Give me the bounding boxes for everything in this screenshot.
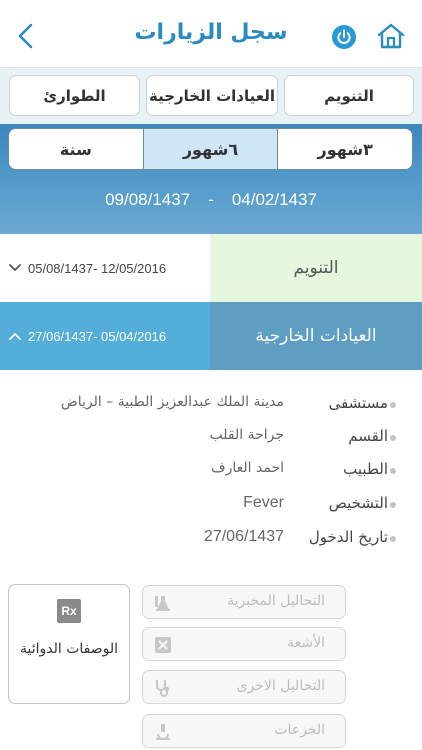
- hospital-value: مدينة الملك عبدالعزيز الطبية – الرياض: [60, 394, 284, 410]
- date-banner: سنة ٦شهور ٣شهور 09/08/1437 - 04/02/1437: [0, 124, 422, 234]
- radiology-button[interactable]: الأشعة: [142, 627, 346, 661]
- doctor-label: الطبيب: [343, 460, 388, 478]
- bullet-dot: [390, 402, 396, 408]
- doctor-value: احمد العارف: [211, 460, 284, 476]
- outpatient-range: 27/06/1437- 05/04/2016: [28, 328, 167, 344]
- bullet-dot: [390, 502, 396, 508]
- prescriptions-button[interactable]: Rx الوصفات الدوائية: [8, 584, 130, 704]
- other-tests-label: التحاليل الاخرى: [236, 678, 325, 694]
- date-range: 09/08/1437 - 04/02/1437: [0, 190, 422, 210]
- date-range-from: 04/02/1437: [231, 190, 317, 209]
- rx-icon: Rx: [57, 599, 81, 623]
- hospital-label: مستشفى: [328, 394, 388, 412]
- page-title: سجل الزيارات: [134, 20, 288, 45]
- detail-row-doctor: احمد العارف الطبيب: [0, 456, 422, 486]
- microscope-icon: [156, 724, 170, 740]
- lab-tests-label: التحاليل المخبرية: [227, 593, 325, 609]
- admission-date-label: تاريخ الدخول: [308, 528, 388, 546]
- stethoscope-icon: [156, 680, 170, 697]
- app-header: سجل الزيارات: [0, 0, 422, 68]
- xray-icon: [155, 637, 171, 653]
- inpatient-range-cell: 05/08/1437- 12/05/2016: [0, 234, 210, 302]
- period-6-months-segment[interactable]: ٦شهور: [142, 129, 278, 169]
- biopsies-button[interactable]: الخزعات: [142, 714, 346, 748]
- detail-row-department: جراحة القلب القسم: [0, 423, 422, 453]
- diagnosis-value: Fever: [243, 494, 284, 511]
- chevron-up-icon: [9, 333, 21, 340]
- period-3-months-segment[interactable]: ٣شهور: [277, 129, 412, 169]
- home-icon[interactable]: [376, 22, 406, 50]
- chevron-down-icon: [9, 264, 21, 271]
- date-range-separator: -: [208, 190, 214, 209]
- emergency-type-button[interactable]: الطوارئ: [9, 75, 140, 116]
- inpatient-range: 05/08/1437- 12/05/2016: [28, 260, 167, 276]
- lab-tests-button[interactable]: التحاليل المخبرية: [142, 585, 346, 619]
- other-tests-button[interactable]: التحاليل الاخرى: [142, 670, 346, 704]
- inpatient-category-row[interactable]: 05/08/1437- 12/05/2016 التنويم: [0, 234, 422, 302]
- power-logout-icon[interactable]: [332, 25, 356, 49]
- visit-details: مدينة الملك عبدالعزيز الطبية – الرياض مس…: [0, 370, 422, 580]
- date-range-to: 09/08/1437: [105, 190, 191, 209]
- period-segmented-control: سنة ٦شهور ٣شهور: [8, 128, 413, 170]
- visit-type-bar: الطوارئ العيادات الخارجية التنويم: [0, 68, 422, 124]
- detail-row-admission-date: 27/06/1437 تاريخ الدخول: [0, 524, 422, 554]
- biopsies-label: الخزعات: [274, 722, 325, 738]
- bullet-dot: [390, 536, 396, 542]
- outpatient-type-button[interactable]: العيادات الخارجية: [146, 75, 278, 116]
- bullet-dot: [390, 468, 396, 474]
- radiology-label: الأشعة: [287, 635, 325, 651]
- admission-date-value: 27/06/1437: [203, 528, 284, 545]
- inpatient-category-label: التنويم: [210, 234, 422, 302]
- diagnosis-label: التشخيص: [328, 494, 388, 512]
- detail-row-diagnosis: Fever التشخيص: [0, 490, 422, 520]
- prescriptions-label: الوصفات الدوائية: [19, 641, 119, 657]
- inpatient-type-button[interactable]: التنويم: [284, 75, 414, 116]
- detail-row-hospital: مدينة الملك عبدالعزيز الطبية – الرياض مس…: [0, 390, 422, 420]
- department-label: القسم: [348, 427, 388, 445]
- bullet-dot: [390, 435, 396, 441]
- outpatient-category-label: العيادات الخارجية: [210, 302, 422, 370]
- period-year-segment[interactable]: سنة: [9, 129, 143, 169]
- outpatient-category-row[interactable]: 27/06/1437- 05/04/2016 العيادات الخارجية: [0, 302, 422, 370]
- department-value: جراحة القلب: [209, 427, 285, 443]
- lab-flask-icon: [155, 596, 170, 611]
- outpatient-range-cell: 27/06/1437- 05/04/2016: [0, 302, 210, 370]
